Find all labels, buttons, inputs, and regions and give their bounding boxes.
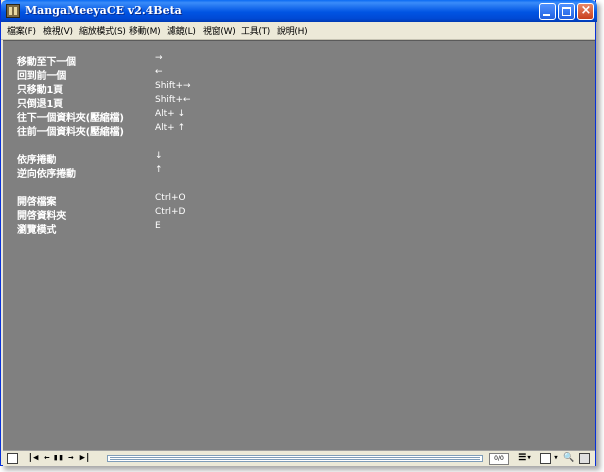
window-title: MangaMeeyaCE v2.4Beta: [25, 4, 182, 17]
fit-page-icon[interactable]: [7, 453, 18, 464]
shortcut-key: E: [155, 221, 161, 231]
shortcut-key: Shift+→: [155, 81, 191, 91]
shortcut-key: Alt+ ↓: [155, 109, 186, 119]
shortcut-label: 依序捲動: [17, 155, 57, 166]
shortcut-label: 逆向依序捲動: [17, 169, 76, 180]
pause-button[interactable]: ▮▮: [53, 453, 64, 464]
page-slider[interactable]: [107, 455, 483, 462]
shortcut-label: 只移動1頁: [17, 85, 63, 96]
shortcut-key: ←: [155, 67, 163, 77]
menu-help[interactable]: 說明(H): [277, 24, 308, 37]
maximize-button[interactable]: [558, 3, 575, 20]
shortcut-key: Shift+←: [155, 95, 191, 105]
shortcut-label: 往下一個資料夾(壓縮檔): [17, 113, 124, 124]
first-page-button[interactable]: |◀: [25, 453, 41, 464]
close-button[interactable]: ×: [577, 3, 594, 20]
shortcut-label: 瀏覽模式: [17, 225, 57, 236]
menu-filter[interactable]: 濾鏡(L): [167, 24, 196, 37]
previous-arrow-icon: ←: [44, 453, 50, 463]
app-icon[interactable]: [6, 4, 20, 18]
status-bar: |◀ ← ▮▮ → ▶| 0/0 ☰▾ ▾ 🔍: [3, 450, 595, 466]
shortcut-label: 往前一個資料夾(壓縮檔): [17, 127, 124, 138]
menu-view[interactable]: 檢視(V): [43, 24, 73, 37]
last-page-icon: ▶|: [79, 453, 91, 463]
minimize-icon: [543, 14, 550, 16]
page-layout-icon[interactable]: [540, 453, 551, 464]
menu-file[interactable]: 檔案(F): [7, 24, 36, 37]
shortcut-key: ↓: [155, 151, 163, 161]
menu-tools[interactable]: 工具(T): [241, 24, 270, 37]
shortcut-key: ↑: [155, 165, 163, 175]
shortcut-label: 只倒退1頁: [17, 99, 63, 110]
sort-dropdown[interactable]: ☰▾: [518, 453, 532, 464]
shortcut-key: Ctrl+O: [155, 193, 186, 203]
zoom-button[interactable]: 🔍: [563, 453, 575, 464]
viewer-area[interactable]: 移動至下一個 → 回到前一個 ← 只移動1頁 Shift+→ 只倒退1頁 Shi…: [3, 40, 595, 450]
next-page-button[interactable]: →: [65, 453, 77, 464]
minimize-button[interactable]: [539, 3, 556, 20]
sort-icon: ☰▾: [518, 453, 532, 463]
previous-page-button[interactable]: ←: [41, 453, 53, 464]
chevron-down-icon: ▾: [553, 453, 559, 463]
menu-window[interactable]: 視窗(W): [203, 24, 236, 37]
shortcut-key: Alt+ ↑: [155, 123, 186, 133]
shortcut-label: 開啓檔案: [17, 197, 57, 208]
layout-dropdown[interactable]: ▾: [552, 453, 560, 464]
close-icon: ×: [580, 3, 592, 18]
pause-icon: ▮▮: [53, 453, 64, 463]
magnifier-icon: 🔍: [563, 453, 575, 463]
menu-bar: 檔案(F) 檢視(V) 縮放模式(S) 移動(M) 濾鏡(L) 視窗(W) 工具…: [1, 22, 595, 40]
shortcut-key: Ctrl+D: [155, 207, 186, 217]
app-window: MangaMeeyaCE v2.4Beta × 檔案(F) 檢視(V) 縮放模式…: [0, 0, 597, 466]
first-page-icon: |◀: [27, 453, 39, 463]
last-page-button[interactable]: ▶|: [77, 453, 93, 464]
menu-move[interactable]: 移動(M): [129, 24, 161, 37]
menu-zoom-mode[interactable]: 縮放模式(S): [79, 24, 126, 37]
shortcut-label: 回到前一個: [17, 71, 66, 82]
shortcut-label: 移動至下一個: [17, 57, 76, 68]
fullscreen-icon[interactable]: [579, 453, 590, 464]
maximize-icon: [562, 7, 571, 16]
shortcut-label: 開啓資料夾: [17, 211, 66, 222]
shortcut-key: →: [155, 53, 163, 63]
next-arrow-icon: →: [68, 453, 74, 463]
page-counter: 0/0: [489, 453, 509, 465]
title-bar[interactable]: MangaMeeyaCE v2.4Beta ×: [1, 0, 597, 22]
